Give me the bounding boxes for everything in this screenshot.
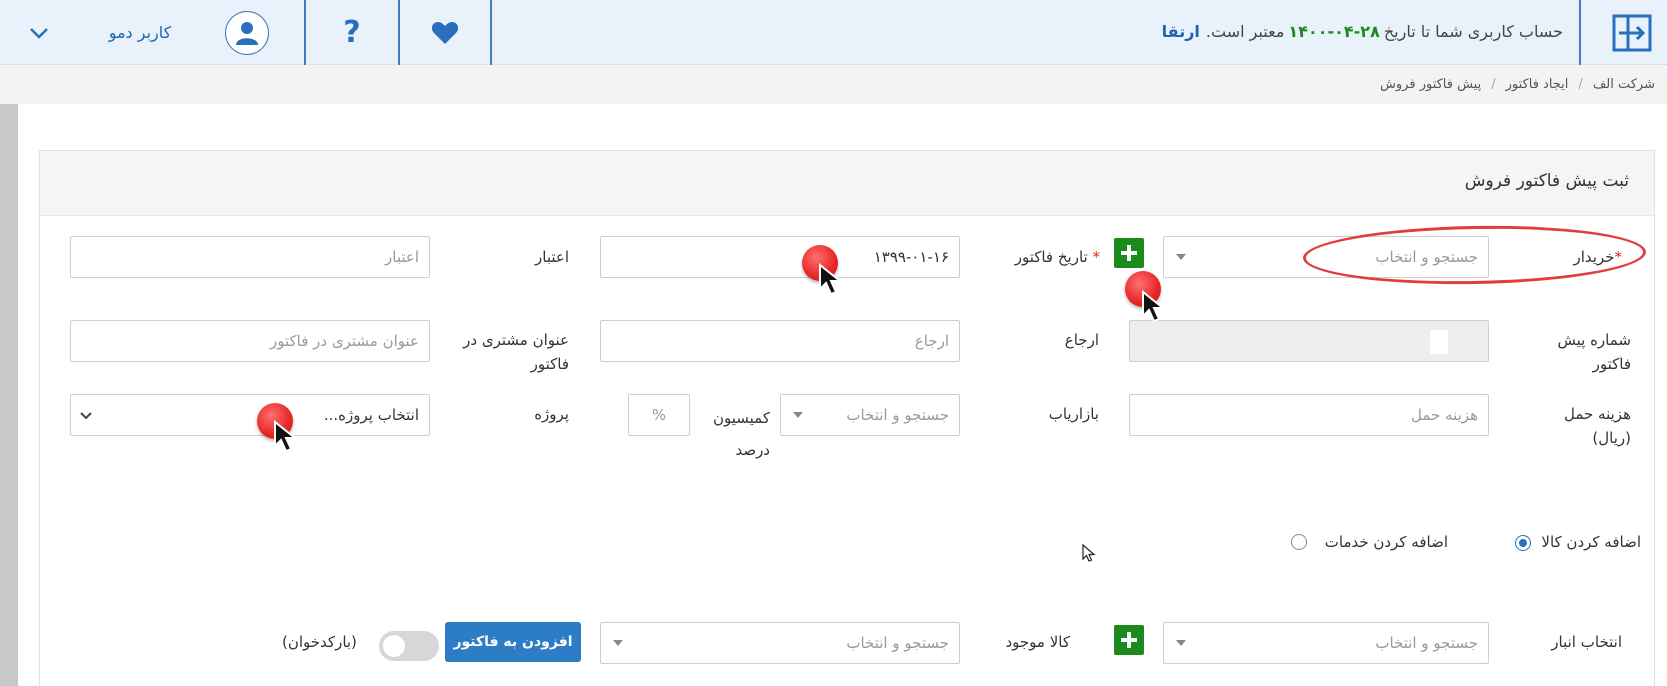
commission-input[interactable]: % — [628, 394, 690, 436]
plus-icon — [1121, 632, 1137, 648]
marketer-placeholder: جستجو و انتخاب — [846, 406, 949, 424]
stock-placeholder: جستجو و انتخاب — [846, 634, 949, 652]
invoice-date-input[interactable]: ۱۳۹۹-۰۱-۱۶ — [600, 236, 960, 278]
add-services-label: اضافه کردن خدمات — [1324, 533, 1448, 551]
barcode-label: (بارکدخوان) — [282, 633, 357, 651]
favorites-button[interactable] — [400, 0, 490, 65]
project-label: پروژه — [534, 405, 569, 423]
barcode-toggle[interactable] — [379, 631, 439, 661]
heart-icon — [431, 21, 459, 44]
exit-icon[interactable] — [1611, 12, 1653, 54]
reference-placeholder: ارجاع — [914, 332, 949, 350]
customer-title-input[interactable]: عنوان مشتری در فاکتور — [70, 320, 430, 362]
shipping-cost-placeholder: هزینه حمل — [1410, 406, 1478, 424]
upgrade-link[interactable]: ارتقا — [1162, 22, 1200, 41]
warehouse-placeholder: جستجو و انتخاب — [1375, 634, 1478, 652]
add-goods-label: اضافه کردن کالا — [1541, 533, 1641, 551]
number-box — [1430, 330, 1448, 354]
account-notice: حساب کاربری شما تا تاریخ ۱۴۰۰-۰۴-۲۸ معتب… — [1162, 0, 1563, 62]
caret-down-icon — [613, 640, 623, 646]
topbar-divider — [1579, 0, 1581, 65]
project-select-value: انتخاب پروژه... — [323, 406, 419, 424]
credit-placeholder: اعتبار — [385, 248, 419, 266]
shipping-cost-input[interactable]: هزینه حمل — [1129, 394, 1489, 436]
chevron-down-icon — [80, 412, 92, 420]
add-to-invoice-button[interactable]: افزودن به فاکتور — [445, 622, 581, 662]
page-title: ثبت پیش فاکتور فروش — [1464, 171, 1629, 191]
mouse-pointer-icon — [1082, 544, 1096, 562]
cursor-icon — [819, 263, 843, 296]
breadcrumb-item-company[interactable]: شرکت الف — [1593, 77, 1655, 92]
username: کاربر دمو — [108, 23, 172, 42]
reference-label: ارجاع — [1064, 331, 1099, 349]
add-services-radio[interactable] — [1291, 534, 1307, 550]
breadcrumb-item-current: پیش فاکتور فروش — [1380, 76, 1482, 92]
topbar-divider — [304, 0, 306, 65]
cursor-icon — [274, 420, 298, 453]
customer-title-label: عنوان مشتری در فاکتور — [463, 331, 569, 373]
credit-input[interactable]: اعتبار — [70, 236, 430, 278]
help-icon: ? — [343, 15, 361, 50]
commission-label: کمیسیون درصد — [712, 409, 770, 459]
add-product-button[interactable] — [1114, 625, 1144, 655]
notice-date: ۱۴۰۰-۰۴-۲۸ — [1288, 21, 1380, 41]
topbar-divider — [398, 0, 400, 65]
marketer-select[interactable]: جستجو و انتخاب — [780, 394, 960, 436]
breadcrumb: شرکت الف / ایجاد فاکتور / پیش فاکتور فرو… — [1380, 66, 1655, 102]
add-goods-radio[interactable] — [1515, 535, 1531, 551]
avatar[interactable] — [222, 0, 272, 65]
percent-sign: % — [651, 406, 667, 424]
caret-down-icon — [1176, 640, 1186, 646]
cursor-icon — [1142, 290, 1166, 323]
topbar-divider — [490, 0, 492, 65]
shipping-cost-label: هزینه حمل (ریال) — [1563, 405, 1631, 447]
chevron-down-icon — [30, 27, 48, 39]
top-bar: حساب کاربری شما تا تاریخ ۱۴۰۰-۰۴-۲۸ معتب… — [0, 0, 1667, 65]
left-scroll-strip — [0, 104, 18, 686]
warehouse-select[interactable]: جستجو و انتخاب — [1163, 622, 1489, 664]
stock-label: کالا موجود — [1005, 633, 1070, 651]
warehouse-label: انتخاب انبار — [1551, 633, 1622, 651]
add-buyer-button[interactable] — [1114, 238, 1144, 268]
plus-icon — [1121, 245, 1137, 261]
panel-header: ثبت پیش فاکتور فروش — [40, 151, 1654, 216]
user-icon — [225, 10, 269, 55]
user-dropdown-toggle[interactable] — [24, 0, 54, 65]
notice-suffix: معتبر است. — [1205, 21, 1285, 41]
stock-select[interactable]: جستجو و انتخاب — [600, 622, 960, 664]
preinvoice-number-label: شماره پیش فاکتور — [1557, 331, 1631, 373]
breadcrumb-bar: شرکت الف / ایجاد فاکتور / پیش فاکتور فرو… — [0, 66, 1667, 104]
invoice-date-value: ۱۳۹۹-۰۱-۱۶ — [873, 248, 949, 266]
caret-down-icon — [1176, 254, 1186, 260]
marketer-label: بازاریاب — [1048, 405, 1099, 423]
breadcrumb-separator: / — [1578, 76, 1583, 92]
customer-title-placeholder: عنوان مشتری در فاکتور — [270, 332, 419, 350]
notice-prefix: حساب کاربری شما تا تاریخ — [1383, 21, 1563, 41]
credit-label: اعتبار — [535, 248, 569, 266]
invoice-date-label: * تاریخ فاکتور — [1014, 248, 1100, 266]
user-menu[interactable]: کاربر دمو — [100, 0, 180, 65]
breadcrumb-item-create-invoice[interactable]: ایجاد فاکتور — [1506, 77, 1569, 92]
project-select[interactable]: انتخاب پروژه... — [70, 394, 430, 436]
reference-input[interactable]: ارجاع — [600, 320, 960, 362]
breadcrumb-separator: / — [1491, 76, 1496, 92]
preinvoice-number-input — [1129, 320, 1489, 362]
caret-down-icon — [793, 412, 803, 418]
help-button[interactable]: ? — [306, 0, 398, 65]
